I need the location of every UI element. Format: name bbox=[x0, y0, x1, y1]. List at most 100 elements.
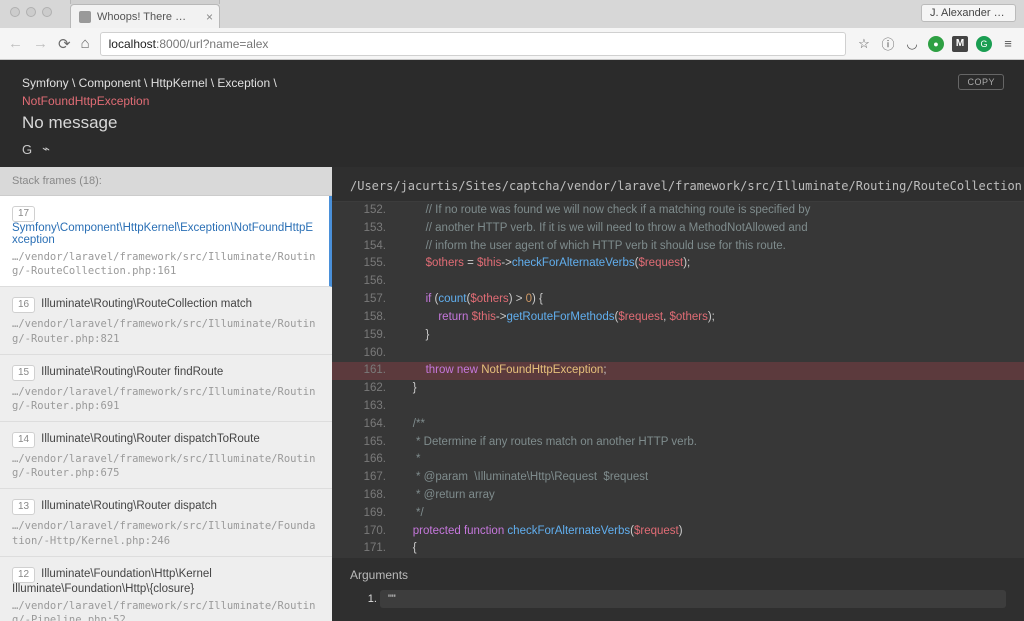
line-content: } bbox=[400, 327, 1024, 345]
frame-path: …/vendor/laravel/framework/src/Illuminat… bbox=[12, 519, 320, 547]
frame-number: 17 bbox=[12, 206, 35, 222]
frame-title: Symfony\Component\HttpKernel\Exception\N… bbox=[12, 222, 313, 246]
line-number: 169. bbox=[332, 505, 400, 523]
frame-path: …/vendor/laravel/framework/src/Illuminat… bbox=[12, 452, 320, 480]
line-number: 156. bbox=[332, 273, 400, 291]
line-content: * bbox=[400, 451, 1024, 469]
profile-button[interactable]: J. Alexander C... bbox=[921, 4, 1016, 22]
source-code: 152. // If no route was found we will no… bbox=[332, 202, 1024, 558]
stack-frames-list[interactable]: 17Symfony\Component\HttpKernel\Exception… bbox=[0, 196, 332, 621]
extension-icons: ☆ ⓘ ◡ ● M G ≡ bbox=[856, 36, 1016, 52]
line-content: throw new NotFoundHttpException; bbox=[400, 362, 1024, 380]
argument-item: "" bbox=[380, 590, 1006, 608]
line-content bbox=[400, 398, 1024, 416]
frame-path: …/vendor/laravel/framework/src/Illuminat… bbox=[12, 385, 320, 413]
stack-frame[interactable]: 16 Illuminate\Routing\RouteCollection mat… bbox=[0, 287, 332, 354]
line-content: */ bbox=[400, 505, 1024, 523]
grammarly-icon[interactable]: G bbox=[976, 36, 992, 52]
star-icon[interactable]: ☆ bbox=[856, 36, 872, 52]
google-search-icon[interactable]: G bbox=[22, 142, 32, 157]
line-number: 158. bbox=[332, 309, 400, 327]
line-content: } bbox=[400, 380, 1024, 398]
line-number: 168. bbox=[332, 487, 400, 505]
address-host: localhost bbox=[109, 37, 156, 51]
line-content: * @param \Illuminate\Http\Request $reque… bbox=[400, 469, 1024, 487]
line-number: 170. bbox=[332, 523, 400, 541]
stack-frame[interactable]: 15Illuminate\Routing\Router findRoute…/v… bbox=[0, 355, 332, 422]
frame-path: …/vendor/laravel/framework/src/Illuminat… bbox=[12, 317, 320, 345]
browser-tab[interactable]: Whoops! There was an err × bbox=[70, 4, 220, 28]
home-icon[interactable]: ⌂ bbox=[81, 35, 90, 52]
pocket-icon[interactable]: ◡ bbox=[904, 36, 920, 52]
tab-close-icon[interactable]: × bbox=[206, 10, 213, 24]
frame-number: 14 bbox=[12, 432, 35, 448]
line-content: // If no route was found we will now che… bbox=[400, 202, 1024, 220]
stack-frame[interactable]: 12Illuminate\Foundation\Http\Kernel Illu… bbox=[0, 557, 332, 621]
whoops-page: Symfony \ Component \ HttpKernel \ Excep… bbox=[0, 60, 1024, 621]
frame-title: Illuminate\Routing\Router findRoute bbox=[41, 366, 223, 378]
code-line: 159. } bbox=[332, 327, 1024, 345]
line-content bbox=[400, 345, 1024, 363]
code-line: 166. * bbox=[332, 451, 1024, 469]
line-number: 162. bbox=[332, 380, 400, 398]
browser-toolbar: ← → ⟳ ⌂ localhost:8000/url?name=alex ☆ ⓘ… bbox=[0, 28, 1024, 60]
tab-favicon-icon bbox=[79, 11, 91, 23]
stack-frame[interactable]: 17Symfony\Component\HttpKernel\Exception… bbox=[0, 196, 332, 287]
frame-path: …/vendor/laravel/framework/src/Illuminat… bbox=[12, 250, 317, 278]
line-number: 161. bbox=[332, 362, 400, 380]
line-number: 153. bbox=[332, 220, 400, 238]
line-number: 154. bbox=[332, 238, 400, 256]
info-icon[interactable]: ⓘ bbox=[880, 36, 896, 52]
code-line: 162. } bbox=[332, 380, 1024, 398]
line-number: 164. bbox=[332, 416, 400, 434]
code-panel[interactable]: /Users/jacurtis/Sites/captcha/vendor/lar… bbox=[332, 167, 1024, 621]
minimize-window-icon[interactable] bbox=[26, 7, 36, 17]
stackoverflow-icon[interactable]: ⌁ bbox=[42, 141, 50, 157]
arguments-list: "" bbox=[380, 590, 1006, 608]
reload-icon[interactable]: ⟳ bbox=[58, 35, 71, 53]
menu-icon[interactable]: ≡ bbox=[1000, 36, 1016, 52]
code-line: 160. bbox=[332, 345, 1024, 363]
stack-frames-header: Stack frames (18): bbox=[0, 167, 332, 196]
extension-m-icon[interactable]: M bbox=[952, 36, 968, 52]
line-content: return $this->getRouteForMethods($reques… bbox=[400, 309, 1024, 327]
line-number: 155. bbox=[332, 255, 400, 273]
frame-title: Illuminate\Routing\Router dispatch bbox=[41, 500, 217, 512]
tab-title: Whoops! There was an err bbox=[97, 11, 193, 23]
source-file-path: /Users/jacurtis/Sites/captcha/vendor/lar… bbox=[332, 167, 1024, 202]
exception-class: NotFoundHttpException bbox=[22, 94, 149, 108]
line-content: // another HTTP verb. If it is we will n… bbox=[400, 220, 1024, 238]
frame-title: Illuminate\Foundation\Http\Kernel Illumi… bbox=[12, 568, 212, 595]
copy-button[interactable]: COPY bbox=[958, 74, 1004, 90]
stack-frame[interactable]: 13 Illuminate\Routing\Router dispatch …/ve… bbox=[0, 489, 332, 556]
code-line: 169. */ bbox=[332, 505, 1024, 523]
line-content: { bbox=[400, 540, 1024, 558]
line-number: 166. bbox=[332, 451, 400, 469]
extension-circle-icon[interactable]: ● bbox=[928, 36, 944, 52]
forward-icon[interactable]: → bbox=[33, 35, 48, 52]
line-content: * @return array bbox=[400, 487, 1024, 505]
line-content: * Determine if any routes match on anoth… bbox=[400, 434, 1024, 452]
code-line: 154. // inform the user agent of which H… bbox=[332, 238, 1024, 256]
line-content: $others = $this->checkForAlternateVerbs(… bbox=[400, 255, 1024, 273]
address-bar[interactable]: localhost:8000/url?name=alex bbox=[100, 32, 846, 56]
line-content bbox=[400, 273, 1024, 291]
frame-number: 12 bbox=[12, 567, 35, 583]
line-number: 163. bbox=[332, 398, 400, 416]
code-line: 164. /** bbox=[332, 416, 1024, 434]
code-line: 170. protected function checkForAlternat… bbox=[332, 523, 1024, 541]
line-content: // inform the user agent of which HTTP v… bbox=[400, 238, 1024, 256]
zoom-window-icon[interactable] bbox=[42, 7, 52, 17]
frame-title: Illuminate\Routing\RouteCollection match bbox=[41, 298, 252, 310]
exception-message: No message bbox=[22, 113, 277, 133]
line-content: protected function checkForAlternateVerb… bbox=[400, 523, 1024, 541]
back-icon[interactable]: ← bbox=[8, 35, 23, 52]
frame-path: …/vendor/laravel/framework/src/Illuminat… bbox=[12, 599, 320, 621]
code-line: 171. { bbox=[332, 540, 1024, 558]
close-window-icon[interactable] bbox=[10, 7, 20, 17]
frame-number: 16 bbox=[12, 297, 35, 313]
stack-frame[interactable]: 14Illuminate\Routing\Router dispatchToRo… bbox=[0, 422, 332, 489]
line-number: 152. bbox=[332, 202, 400, 220]
line-number: 167. bbox=[332, 469, 400, 487]
frame-number: 13 bbox=[12, 499, 35, 515]
